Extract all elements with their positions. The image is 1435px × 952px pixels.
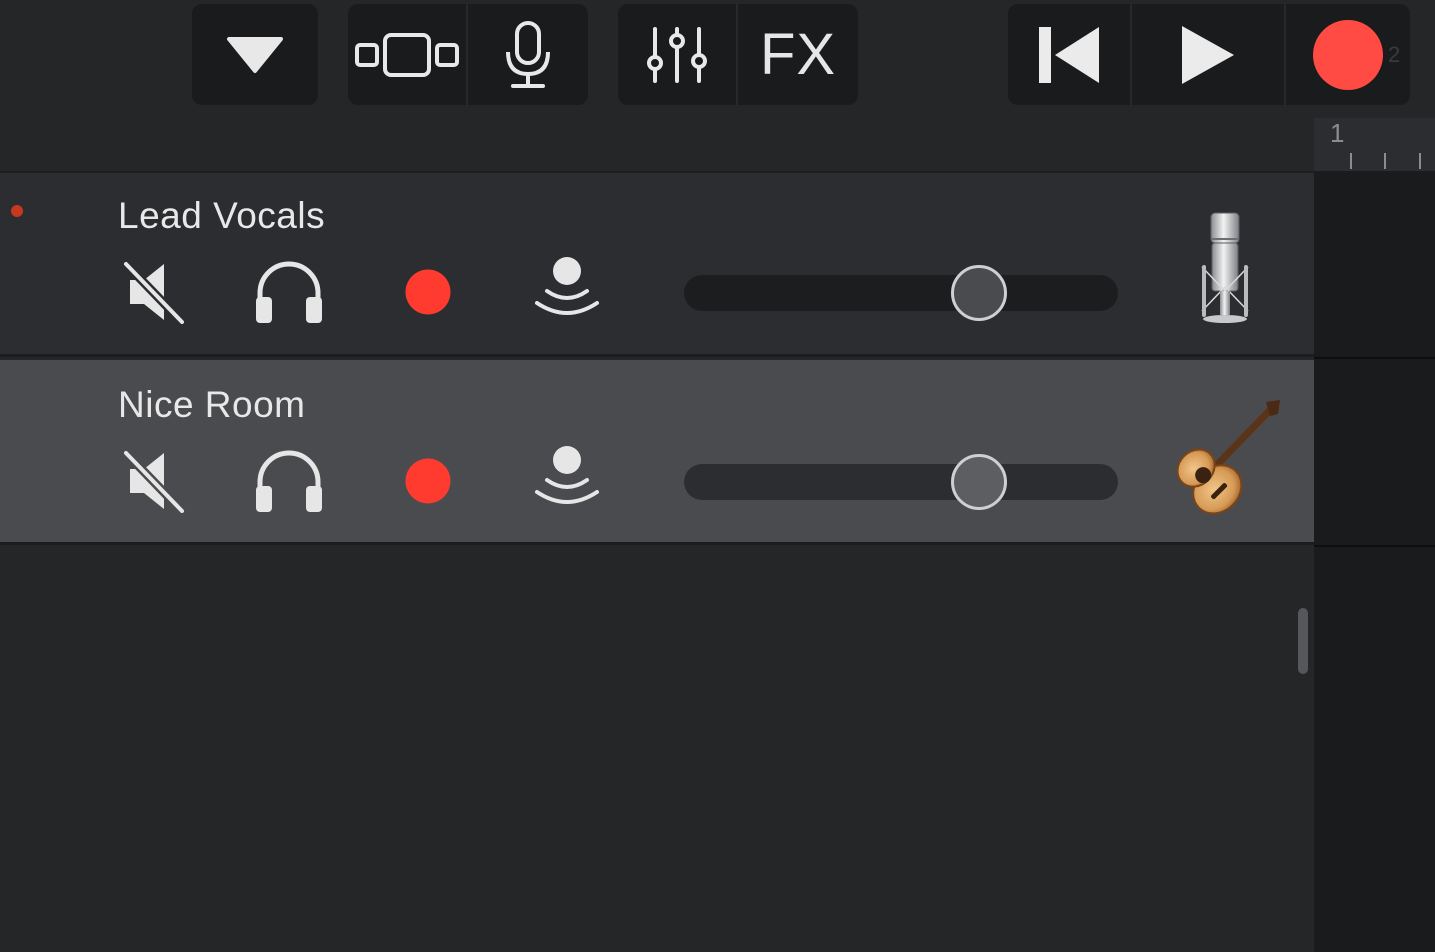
condenser-microphone-icon (1201, 212, 1249, 323)
fx-label: FX (759, 22, 837, 87)
play-button[interactable] (1132, 4, 1286, 105)
menu-group (192, 4, 318, 105)
ruler-tick (1384, 153, 1386, 169)
volume-slider-knob[interactable] (951, 454, 1007, 510)
solo-headphones-button[interactable] (254, 259, 324, 328)
track-name: Lead Vocals (118, 195, 326, 236)
headphones-icon (256, 261, 322, 323)
timeline-divider (1314, 357, 1435, 359)
track-name: Nice Room (118, 384, 306, 425)
ruler-tick (1419, 153, 1421, 169)
mix-group: FX (618, 4, 858, 105)
top-toolbar: FX 2 (0, 0, 1435, 118)
volume-slider-knob[interactable] (951, 265, 1007, 321)
record-armed-indicator (11, 205, 23, 217)
triangle-down-icon (227, 36, 283, 73)
input-monitoring-icon (535, 257, 599, 315)
mute-button[interactable] (122, 449, 186, 518)
ruler-bar-number: 1 (1330, 118, 1345, 148)
view-group (348, 4, 588, 105)
tracks-scrollbar[interactable] (1298, 608, 1308, 674)
ruler-tick (1350, 153, 1352, 169)
track-header-lead-vocals[interactable]: Lead Vocals (0, 173, 1314, 357)
solo-headphones-button[interactable] (254, 448, 324, 517)
fx-button[interactable]: FX (738, 4, 858, 105)
microphone-icon (506, 20, 550, 88)
record-dot-icon (405, 458, 451, 504)
mixer-sliders-icon (647, 26, 707, 83)
timeline-area[interactable] (1314, 171, 1435, 952)
transport-group: 2 (1008, 4, 1410, 105)
record-button[interactable]: 2 (1286, 4, 1410, 105)
skip-back-icon (1039, 26, 1099, 83)
track-header-nice-room[interactable]: Nice Room (0, 360, 1314, 545)
instrument-icon-button[interactable] (1196, 211, 1254, 332)
tracks-view-button[interactable] (348, 4, 468, 105)
measure-hint: 2 (1388, 42, 1401, 67)
volume-slider[interactable] (684, 454, 1118, 510)
input-monitoring-button[interactable] (533, 444, 601, 515)
mixer-button[interactable] (618, 4, 738, 105)
instrument-icon-button[interactable] (1166, 398, 1284, 521)
record-enable-button[interactable] (405, 458, 451, 509)
tracks-view-icon (355, 32, 459, 77)
record-dot-icon (405, 269, 451, 315)
go-to-beginning-button[interactable] (1008, 4, 1132, 105)
acoustic-guitar-icon (1176, 400, 1280, 515)
browser-menu-button[interactable] (192, 4, 318, 105)
mute-button[interactable] (122, 260, 186, 329)
headphones-icon (256, 450, 322, 512)
input-monitoring-icon (535, 446, 599, 504)
speaker-muted-icon (122, 260, 186, 326)
volume-slider[interactable] (684, 265, 1118, 321)
play-icon (1182, 25, 1234, 84)
speaker-muted-icon (122, 449, 186, 515)
timeline-divider (1314, 545, 1435, 547)
input-monitoring-button[interactable] (533, 255, 601, 326)
track-header-strip (0, 118, 1314, 173)
microphone-button[interactable] (468, 4, 588, 105)
record-enable-button[interactable] (405, 269, 451, 320)
record-circle-icon (1313, 19, 1383, 90)
